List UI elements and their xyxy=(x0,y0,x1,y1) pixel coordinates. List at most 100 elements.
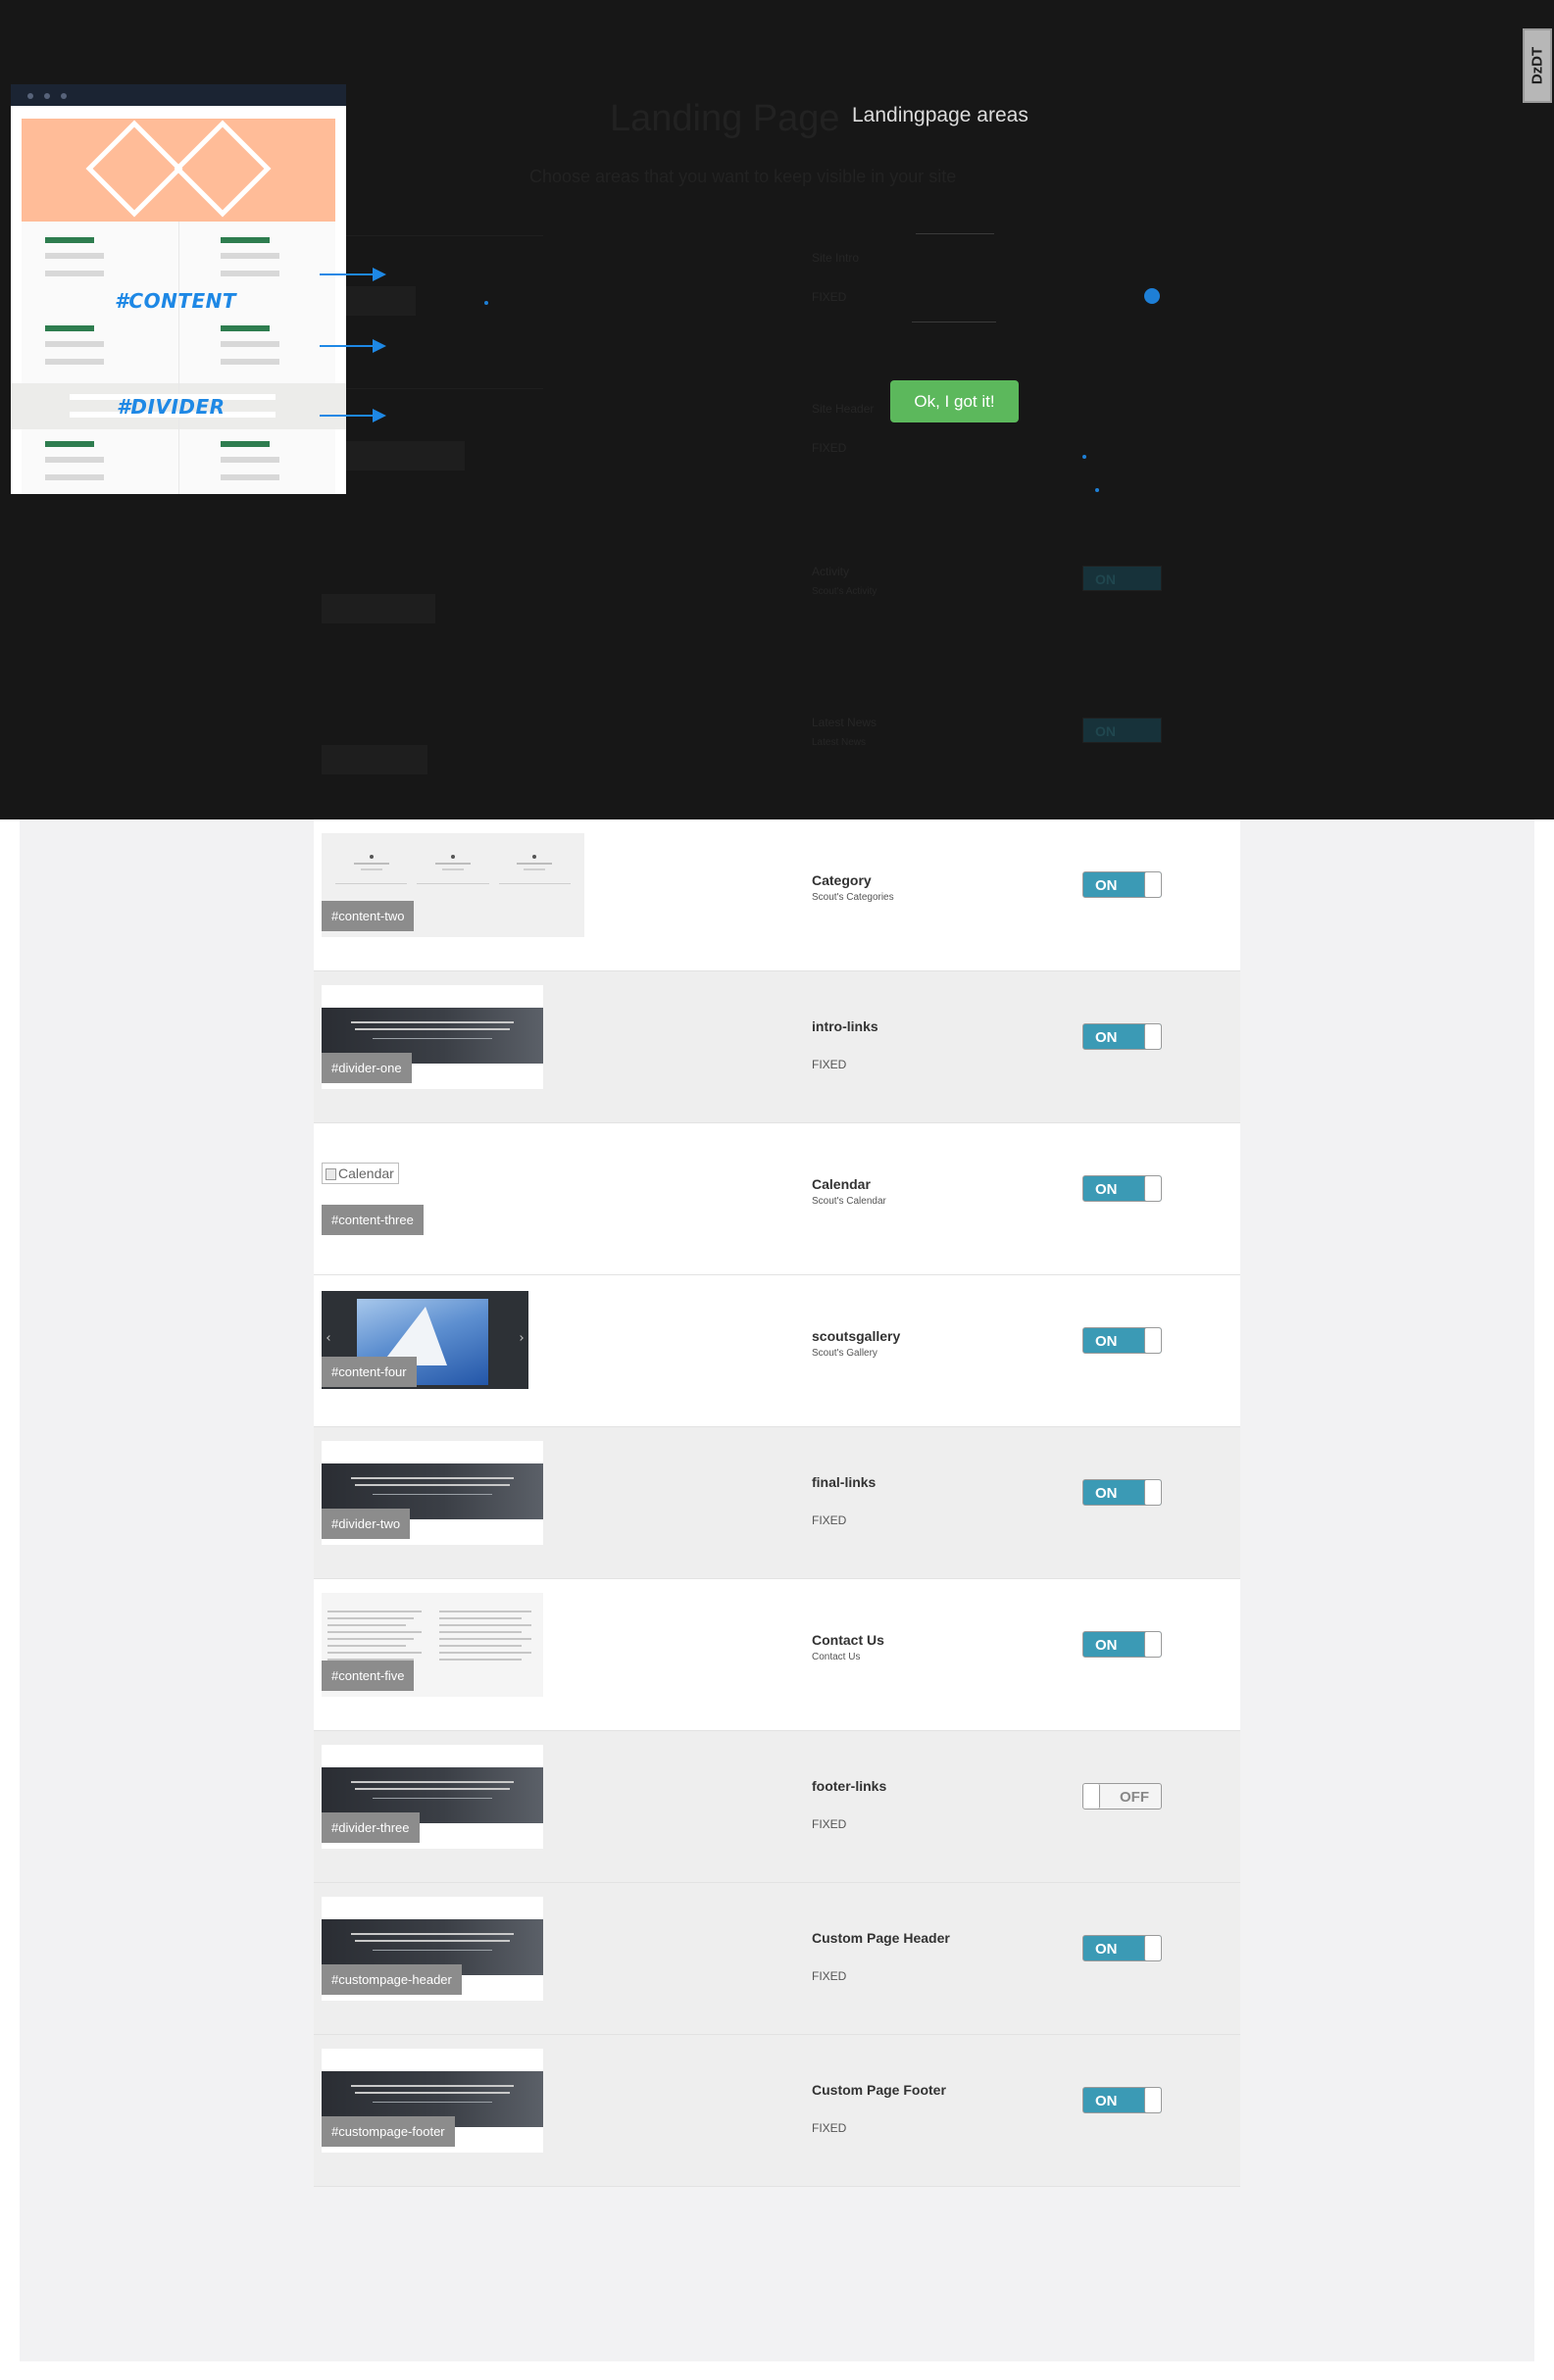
dim-row-title: Latest News xyxy=(812,716,877,729)
visibility-toggle[interactable]: ON xyxy=(1082,1023,1162,1050)
illustration-midline xyxy=(178,222,179,494)
area-thumbnail: #content-five xyxy=(322,1593,543,1697)
area-row: Calendar #content-three Calendar Scout's Ca… xyxy=(314,1123,1240,1275)
arrow-right-icon xyxy=(320,409,386,422)
area-title: footer-links xyxy=(812,1778,887,1794)
dim-line xyxy=(916,233,994,234)
illustration-browser: #CONTENT #DIVIDER xyxy=(11,84,346,494)
content-label: #CONTENT xyxy=(115,289,237,313)
hotspot-dot[interactable] xyxy=(1144,288,1160,304)
toggle-knob[interactable] xyxy=(1144,1024,1161,1049)
toggle-label: ON xyxy=(1095,1029,1118,1046)
toggle-label: ON xyxy=(1095,877,1118,894)
campfire-icon xyxy=(174,120,272,218)
toggle-knob[interactable] xyxy=(1144,1632,1161,1657)
area-title: Contact Us xyxy=(812,1632,884,1648)
area-tag: #divider-one xyxy=(322,1053,412,1083)
tour-overlay: Landing Page Choose areas that you want … xyxy=(0,0,1554,819)
divider-label: #DIVIDER xyxy=(117,395,226,419)
dim-toggle[interactable]: ON xyxy=(1082,718,1162,743)
toggle-label: ON xyxy=(1095,1181,1118,1198)
arrow-right-icon xyxy=(320,339,386,353)
area-tag: #custompage-footer xyxy=(322,2116,455,2147)
area-title: scoutsgallery xyxy=(812,1328,901,1344)
dim-row-fixed: FIXED xyxy=(812,441,847,455)
dim-row-title: Activity xyxy=(812,565,850,578)
toggle-knob[interactable] xyxy=(1144,1328,1161,1353)
area-fixed-label: FIXED xyxy=(812,1969,847,1983)
dim-row-subtitle: Scout's Activity xyxy=(812,586,877,597)
toggle-label: ON xyxy=(1095,1941,1118,1958)
area-thumbnail: #content-four xyxy=(322,1289,543,1393)
visibility-toggle[interactable]: ON xyxy=(1082,1479,1162,1506)
popover-title: Landingpage areas xyxy=(852,104,1028,126)
ok-got-it-button[interactable]: Ok, I got it! xyxy=(890,380,1019,422)
area-row: #divider-one intro-links FIXED ON xyxy=(314,971,1240,1123)
hotspot-dot xyxy=(1095,488,1099,492)
toggle-label: ON xyxy=(1095,1637,1118,1654)
dim-row-fixed: FIXED xyxy=(812,290,847,304)
area-fixed-label: FIXED xyxy=(812,2121,847,2135)
area-tag: #content-five xyxy=(322,1661,415,1691)
dim-toggle[interactable]: ON xyxy=(1082,566,1162,591)
visibility-toggle[interactable]: ON xyxy=(1082,1631,1162,1658)
page-title: Landing Page xyxy=(610,98,840,139)
area-thumbnail: #custompage-footer xyxy=(322,2049,543,2153)
area-row: #content-five Contact Us Contact Us ON xyxy=(314,1579,1240,1731)
area-tag: #content-four xyxy=(322,1357,417,1387)
dim-row-title: Site Intro xyxy=(812,251,860,265)
area-thumbnail: #content-two xyxy=(322,833,584,937)
area-subtitle: Scout's Categories xyxy=(812,892,894,903)
toggle-knob[interactable] xyxy=(1144,872,1161,897)
toggle-knob[interactable] xyxy=(1144,2088,1161,2112)
dim-row-subtitle: Latest News xyxy=(812,737,867,748)
area-tag: #divider-three xyxy=(322,1812,420,1843)
area-title: Custom Page Header xyxy=(812,1930,950,1946)
hotspot-dot xyxy=(484,301,488,305)
area-thumbnail: #divider-three xyxy=(322,1745,543,1849)
area-subtitle: Contact Us xyxy=(812,1652,861,1662)
area-fixed-label: FIXED xyxy=(812,1817,847,1831)
area-title: Custom Page Footer xyxy=(812,2082,946,2098)
area-subtitle: Scout's Gallery xyxy=(812,1348,877,1359)
illustration-hero xyxy=(22,119,335,222)
area-thumbnail: #divider-one xyxy=(322,985,543,1089)
area-fixed-label: FIXED xyxy=(812,1058,847,1071)
area-row: #custompage-header Custom Page Header FIXE… xyxy=(314,1883,1240,2035)
visibility-toggle[interactable]: ON xyxy=(1082,1175,1162,1202)
visibility-toggle[interactable]: ON xyxy=(1082,871,1162,898)
hotspot-dot xyxy=(1082,455,1086,459)
area-row: #divider-two final-links FIXED ON xyxy=(314,1427,1240,1579)
toggle-label: ON xyxy=(1095,1333,1118,1350)
toggle-knob[interactable] xyxy=(1144,1936,1161,1960)
area-thumbnail: #custompage-header xyxy=(322,1897,543,2001)
visibility-toggle[interactable]: ON xyxy=(1082,1935,1162,1961)
visibility-toggle[interactable]: OFF xyxy=(1082,1783,1162,1810)
dim-row-title: Site Header xyxy=(812,402,875,416)
area-tag: #content-two xyxy=(322,901,415,931)
area-tag: #divider-two xyxy=(322,1509,411,1539)
toggle-knob[interactable] xyxy=(1144,1480,1161,1505)
broken-image-icon: Calendar xyxy=(322,1163,399,1184)
area-thumbnail: Calendar #content-three xyxy=(322,1137,543,1241)
visibility-toggle[interactable]: ON xyxy=(1082,2087,1162,2113)
area-title: Category xyxy=(812,872,872,888)
dim-thumb xyxy=(322,235,543,333)
area-title: intro-links xyxy=(812,1018,878,1034)
area-subtitle: Scout's Calendar xyxy=(812,1196,886,1207)
toggle-label: OFF xyxy=(1120,1789,1149,1806)
area-row: #content-two Category Scout's Categories ON xyxy=(314,819,1240,971)
area-tag: #content-three xyxy=(322,1205,424,1235)
area-thumbnail: #divider-two xyxy=(322,1441,543,1545)
dim-tag xyxy=(322,594,435,623)
toggle-knob[interactable] xyxy=(1144,1176,1161,1201)
toggle-knob[interactable] xyxy=(1083,1784,1100,1809)
dim-thumb xyxy=(322,388,543,486)
visibility-toggle[interactable]: ON xyxy=(1082,1327,1162,1354)
page-subtitle: Choose areas that you want to keep visib… xyxy=(529,167,957,186)
toggle-label: ON xyxy=(1095,1485,1118,1502)
dim-tag xyxy=(322,745,427,774)
area-title: Calendar xyxy=(812,1176,871,1192)
area-row: #divider-three footer-links FIXED OFF xyxy=(314,1731,1240,1883)
arrow-right-icon xyxy=(320,268,386,281)
